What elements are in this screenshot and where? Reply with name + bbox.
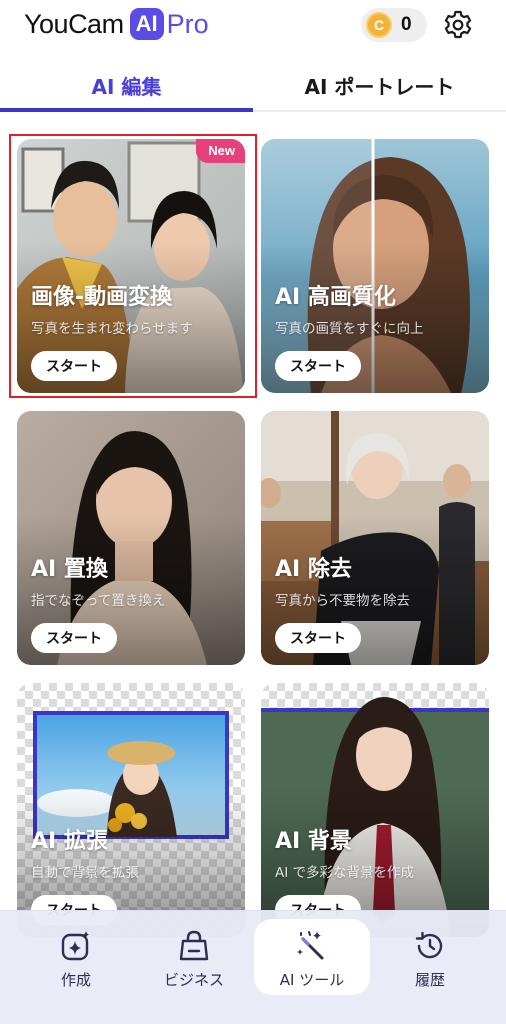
card-subtitle: AI で多彩な背景を作成 [275,865,415,881]
nav-ai-tools[interactable]: AI ツール [254,919,370,995]
nav-label: 作成 [60,971,91,989]
card-ai-expand[interactable]: AI 拡張 自動で背景を拡張 スタート [17,683,245,937]
nav-label: 履歴 [414,971,445,989]
card-subtitle: 写真の画質をすぐに向上 [275,321,424,337]
logo-wordmark: YouCam [24,8,124,39]
bottom-navigation: 作成 ビジネス AI ツール 履歴 [0,910,506,1024]
gear-icon[interactable] [442,9,474,41]
start-button[interactable]: スタート [275,623,361,653]
magic-wand-icon [297,931,324,960]
app-header: YouCam AI Pro C 0 [0,0,506,52]
coin-icon: C [366,12,392,38]
card-title: AI 高画質化 [275,285,396,310]
card-ai-enhance[interactable]: AI 高画質化 写真の画質をすぐに向上 スタート [261,139,489,393]
nav-label: ビジネス [163,971,224,989]
card-subtitle: 指でなぞって置き換え [31,593,166,609]
nav-create[interactable]: 作成 [18,919,134,995]
card-title: AI 背景 [275,829,352,854]
coin-balance-button[interactable]: C 0 [361,8,427,42]
card-title: AI 置換 [31,557,108,582]
tab-bar: AI 編集 AI ポートレート [0,60,506,114]
selection-highlight [9,134,257,398]
start-button[interactable]: スタート [31,623,117,653]
tab-divider [253,110,506,112]
card-ai-background[interactable]: AI 背景 AI で多彩な背景を作成 スタート [261,683,489,937]
card-subtitle: 写真から不要物を除去 [275,593,410,609]
nav-label: AI ツール [279,971,345,989]
tab-active-indicator [0,108,253,112]
card-title: AI 除去 [275,557,352,582]
start-button[interactable]: スタート [275,351,361,381]
history-clock-icon [415,931,443,959]
shopping-bag-icon [179,930,209,961]
app-logo: YouCam AI Pro [24,8,209,40]
card-subtitle: 自動で背景を拡張 [31,865,139,881]
tab-ai-edit[interactable]: AI 編集 [0,60,253,110]
card-ai-remove[interactable]: AI 除去 写真から不要物を除去 スタート [261,411,489,665]
sparkle-square-icon [61,931,89,961]
tab-ai-portrait[interactable]: AI ポートレート [253,60,506,110]
logo-ai-badge: AI [129,8,164,40]
logo-pro-text: Pro [166,8,209,39]
nav-business[interactable]: ビジネス [136,919,252,995]
card-title: AI 拡張 [31,829,108,854]
nav-history[interactable]: 履歴 [372,919,488,995]
coin-count: 0 [401,14,412,35]
card-ai-replace[interactable]: AI 置換 指でなぞって置き換え スタート [17,411,245,665]
